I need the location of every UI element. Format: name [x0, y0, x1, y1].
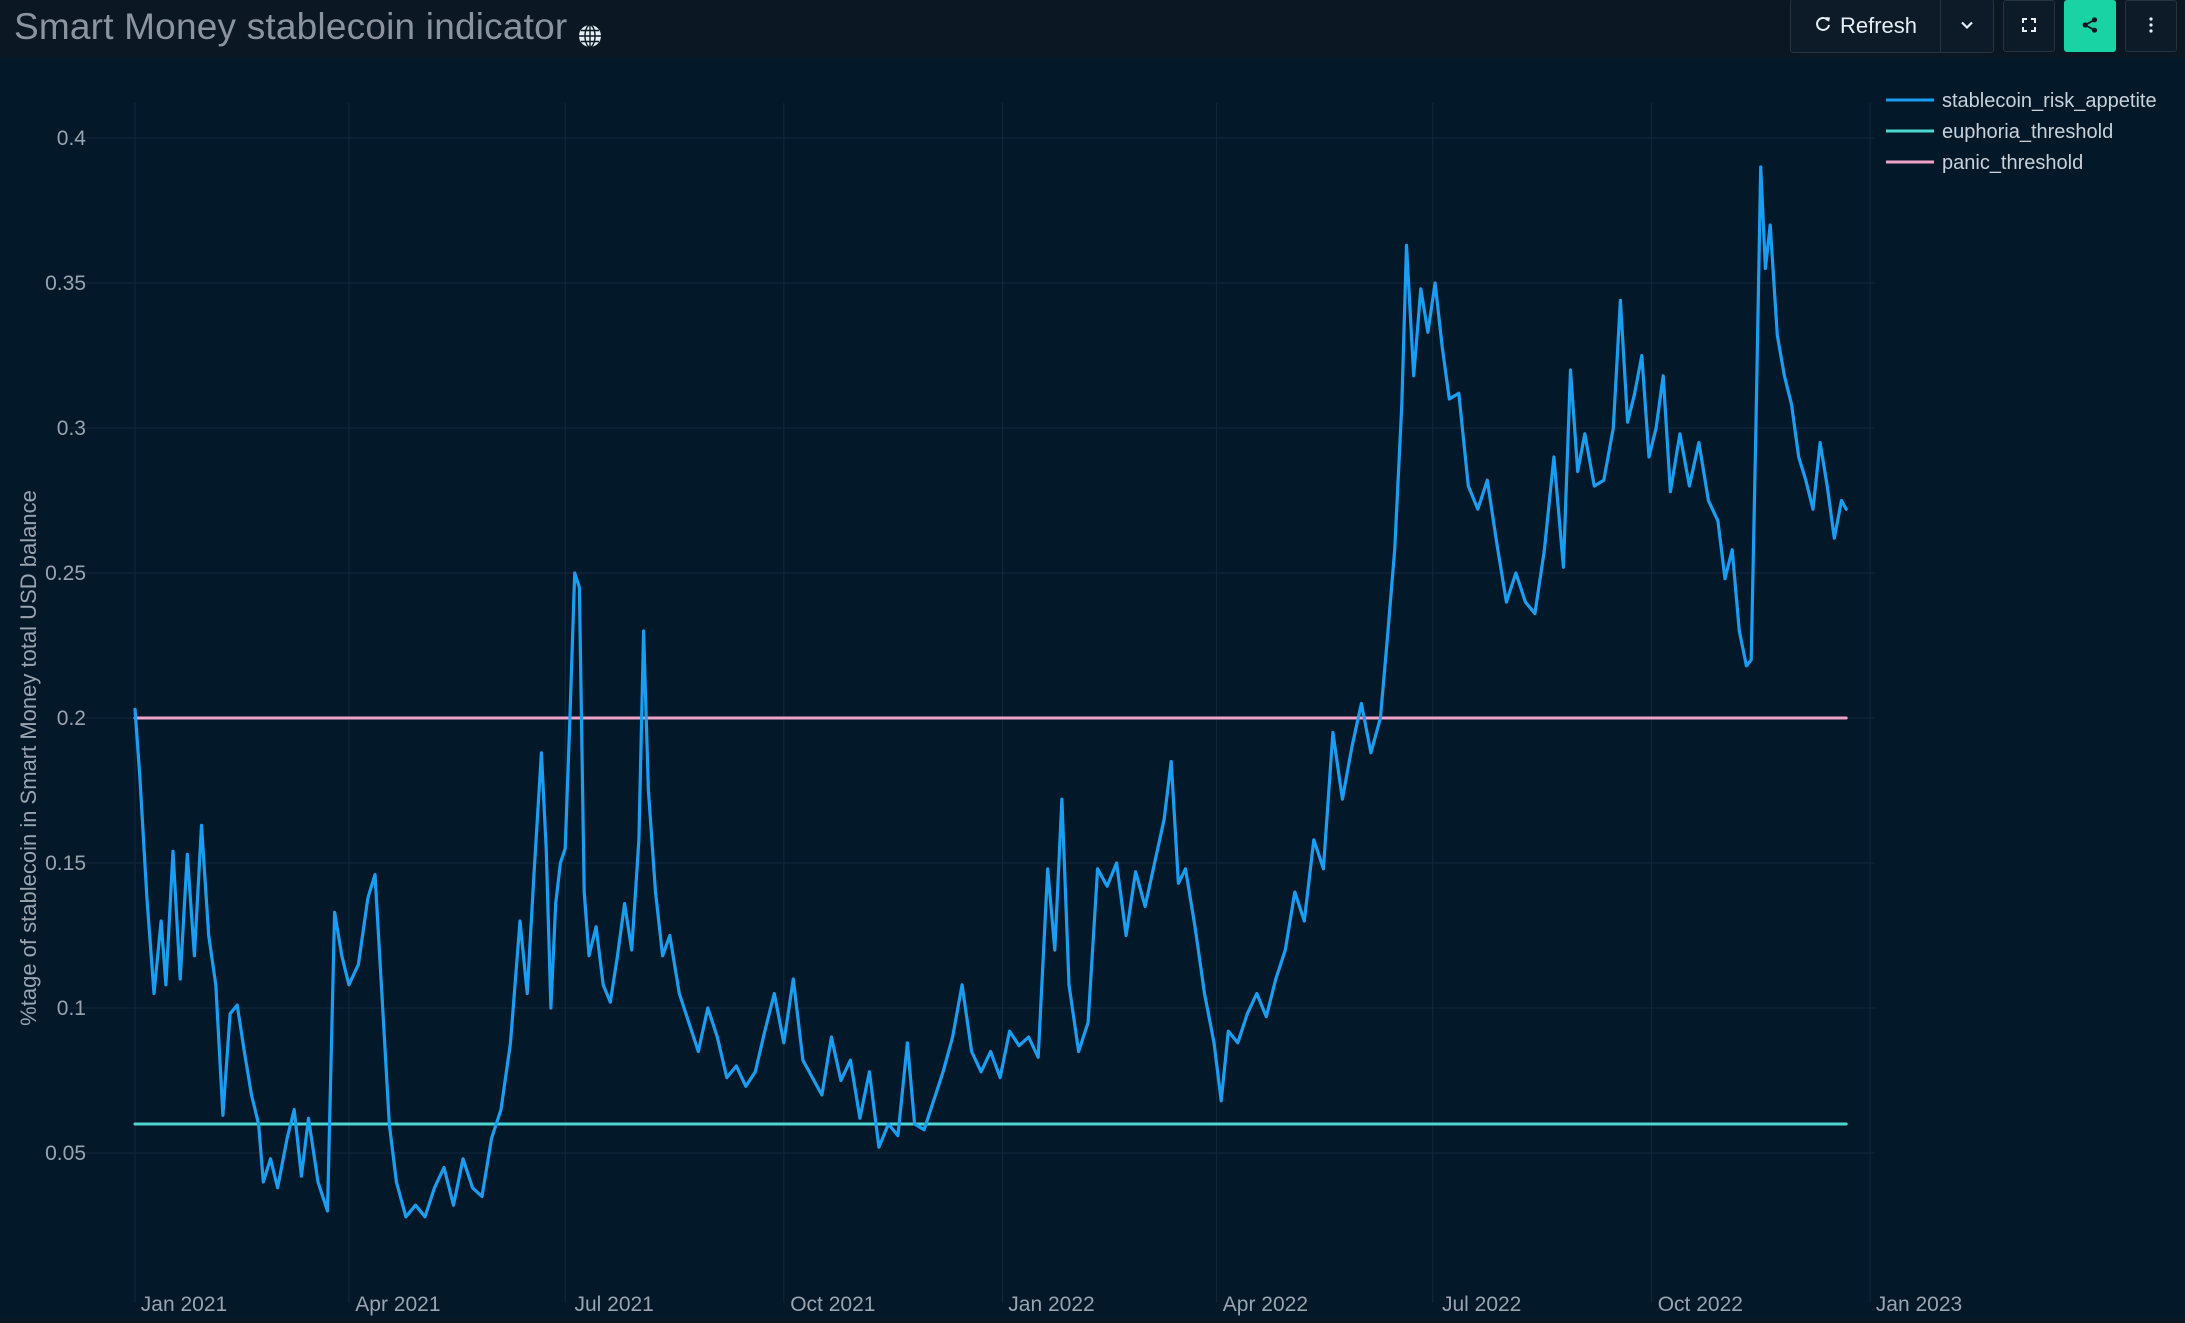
- legend-label: panic_threshold: [1942, 152, 2083, 174]
- legend[interactable]: stablecoin_risk_appetite euphoria_thresho…: [1886, 90, 2157, 174]
- x-tick-label: Apr 2022: [1223, 1293, 1308, 1316]
- toolbar: Refresh: [1790, 0, 2177, 53]
- series-lines: [133, 165, 1848, 1219]
- x-tick-label: Apr 2021: [355, 1293, 440, 1316]
- chart-header: Smart Money stablecoin indicator Refresh: [0, 0, 2185, 58]
- x-tick-label: Jul 2022: [1442, 1293, 1521, 1316]
- refresh-button[interactable]: Refresh: [1791, 0, 1941, 52]
- y-tick-label: 0.3: [57, 417, 86, 440]
- more-options-button[interactable]: [2125, 0, 2177, 52]
- legend-item-stablecoin-risk-appetite[interactable]: stablecoin_risk_appetite: [1886, 90, 2157, 112]
- x-tick-label: Jan 2023: [1876, 1293, 1962, 1316]
- share-button[interactable]: [2064, 0, 2116, 52]
- share-icon: [2081, 16, 2099, 37]
- globe-icon[interactable]: [577, 16, 603, 48]
- x-tick-label: Jan 2021: [141, 1293, 227, 1316]
- x-tick-label: Oct 2021: [790, 1293, 875, 1316]
- refresh-dropdown-button[interactable]: [1941, 0, 1993, 52]
- y-tick-label: 0.2: [57, 707, 86, 730]
- expand-icon: [2021, 17, 2037, 36]
- chart-title-group: Smart Money stablecoin indicator: [14, 2, 603, 52]
- y-axis-label: %tage of stablecoin in Smart Money total…: [16, 490, 41, 1026]
- chart-title: Smart Money stablecoin indicator: [14, 6, 568, 47]
- series-line-stablecoin-risk-appetite[interactable]: [133, 165, 1848, 1219]
- refresh-button-group: Refresh: [1790, 0, 1994, 53]
- y-tick-label: 0.15: [45, 852, 86, 875]
- refresh-icon: [1814, 13, 1832, 39]
- x-axis-ticks: Jan 2021 Apr 2021 Jul 2021 Oct 2021 Jan 2022…: [141, 1293, 1962, 1316]
- x-tick-label: Oct 2022: [1658, 1293, 1743, 1316]
- chevron-down-icon: [1959, 17, 1975, 36]
- refresh-label: Refresh: [1839, 13, 1918, 38]
- x-tick-label: Jul 2021: [574, 1293, 653, 1316]
- y-tick-label: 0.1: [57, 997, 86, 1020]
- y-tick-label: 0.05: [45, 1142, 86, 1165]
- chart-area: 0.05 0.1 0.15 0.2 0.25 0.3 0.35 0.4 Jan 2021 Apr…: [0, 58, 2185, 1318]
- y-tick-label: 0.4: [57, 127, 87, 150]
- legend-label: stablecoin_risk_appetite: [1942, 90, 2157, 112]
- y-axis-ticks: 0.05 0.1 0.15 0.2 0.25 0.3 0.35 0.4: [45, 127, 86, 1165]
- legend-item-euphoria-threshold[interactable]: euphoria_threshold: [1886, 121, 2113, 143]
- y-tick-label: 0.25: [45, 562, 86, 585]
- kebab-menu-icon: [2148, 16, 2154, 37]
- legend-item-panic-threshold[interactable]: panic_threshold: [1886, 152, 2083, 174]
- x-tick-label: Jan 2022: [1008, 1293, 1094, 1316]
- y-tick-label: 0.35: [45, 272, 86, 295]
- line-chart: 0.05 0.1 0.15 0.2 0.25 0.3 0.35 0.4 Jan 2021 Apr…: [16, 90, 2157, 1316]
- legend-label: euphoria_threshold: [1942, 121, 2113, 143]
- fullscreen-button[interactable]: [2003, 0, 2055, 52]
